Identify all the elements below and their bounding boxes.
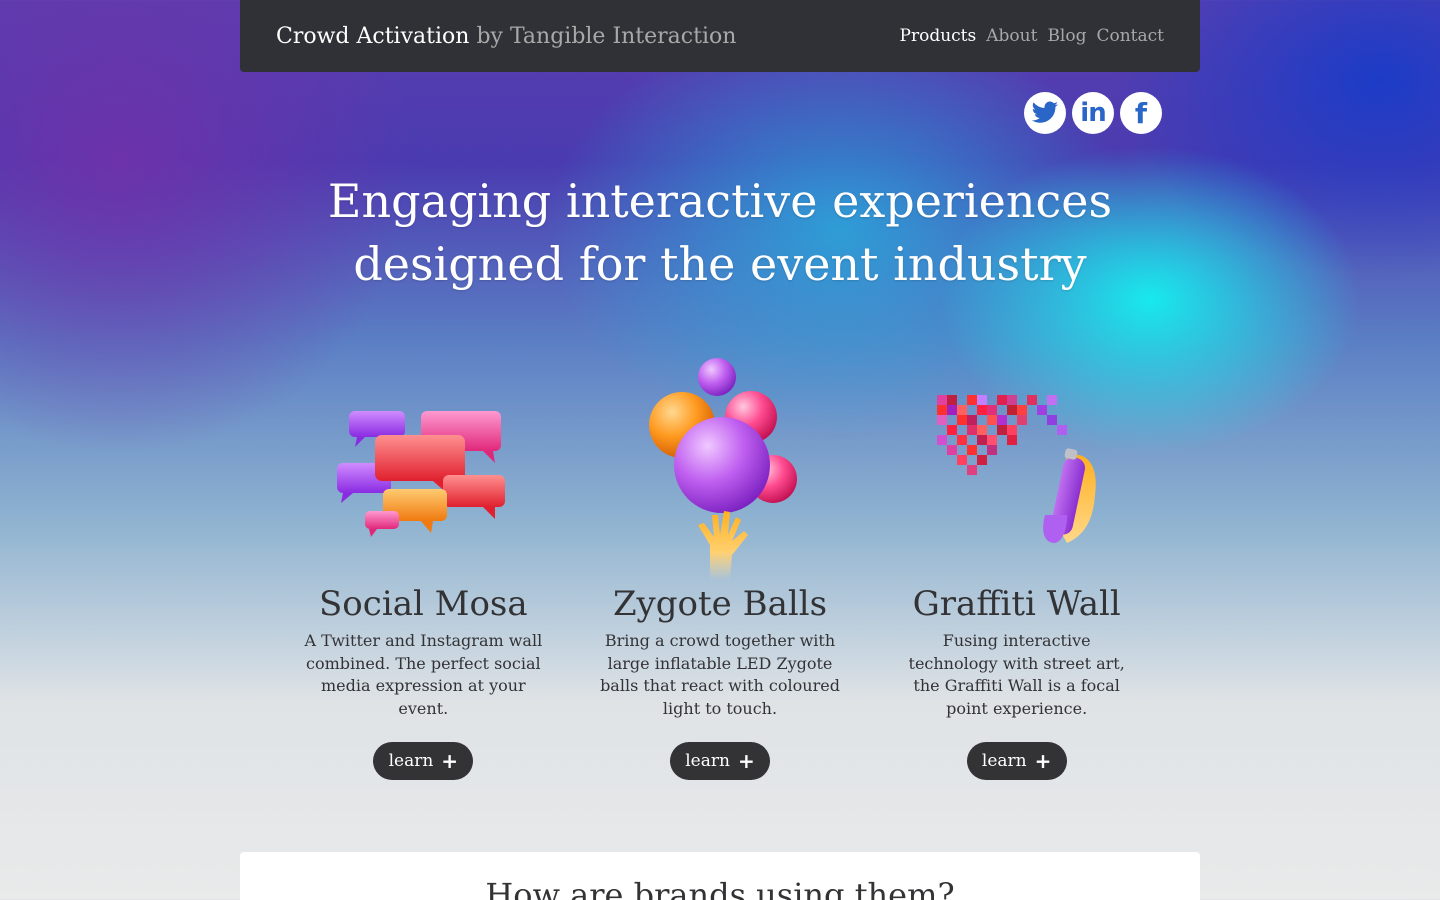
nav-item-contact[interactable]: Contact	[1096, 26, 1164, 46]
speech-bubbles-icon	[323, 355, 523, 580]
product-description: A Twitter and Instagram wall combined. T…	[304, 631, 543, 718]
main-nav: Products About Blog Contact	[900, 26, 1164, 46]
learn-button-graffiti-wall[interactable]: learn +	[966, 742, 1067, 780]
brand-logo[interactable]: Crowd Activation by Tangible Interaction	[276, 24, 736, 49]
nav-item-products[interactable]: Products	[900, 26, 977, 46]
hero-line-1: Engaging interactive experiences	[327, 174, 1113, 228]
products-row: Social Mosa A Twitter and Instagram wall…	[275, 355, 1165, 780]
hero-line-2: designed for the event industry	[353, 237, 1087, 291]
product-description: Fusing interactive technology with stree…	[908, 631, 1125, 718]
product-title: Social Mosa	[319, 584, 528, 624]
facebook-link[interactable]: f	[1120, 92, 1162, 134]
plus-icon: +	[441, 749, 459, 773]
twitter-link[interactable]	[1024, 92, 1066, 134]
learn-label: learn	[388, 751, 434, 771]
learn-label: learn	[981, 751, 1027, 771]
brands-section: How are brands using them?	[240, 852, 1200, 900]
product-title: Graffiti Wall	[912, 584, 1121, 624]
balls-hand-icon	[620, 355, 820, 580]
learn-button-social-mosa[interactable]: learn +	[373, 742, 474, 780]
twitter-bird-icon	[1031, 101, 1058, 123]
product-description: Bring a crowd together with large inflat…	[600, 631, 840, 718]
linkedin-icon: in	[1080, 98, 1106, 128]
brand-name: Crowd Activation	[276, 23, 470, 49]
hero-heading: Engaging interactive experiences designe…	[240, 170, 1200, 296]
linkedin-link[interactable]: in	[1072, 92, 1114, 134]
learn-label: learn	[685, 751, 730, 771]
learn-button-zygote-balls[interactable]: learn +	[670, 742, 770, 780]
product-card-zygote-balls: Zygote Balls Bring a crowd together with…	[572, 355, 869, 780]
product-title: Zygote Balls	[612, 584, 828, 624]
social-links: in f	[1024, 92, 1162, 134]
plus-icon: +	[1034, 749, 1052, 773]
plus-icon: +	[737, 749, 755, 773]
brands-heading: How are brands using them?	[485, 876, 955, 900]
spray-can-pixels-icon	[917, 355, 1117, 580]
product-card-graffiti-wall: Graffiti Wall Fusing interactive technol…	[868, 355, 1165, 780]
top-navigation-bar: Crowd Activation by Tangible Interaction…	[240, 0, 1200, 72]
nav-item-about[interactable]: About	[986, 26, 1037, 46]
facebook-icon: f	[1134, 96, 1148, 130]
product-card-social-mosa: Social Mosa A Twitter and Instagram wall…	[275, 355, 572, 780]
nav-item-blog[interactable]: Blog	[1047, 26, 1086, 46]
brand-byline: by Tangible Interaction	[476, 23, 737, 49]
